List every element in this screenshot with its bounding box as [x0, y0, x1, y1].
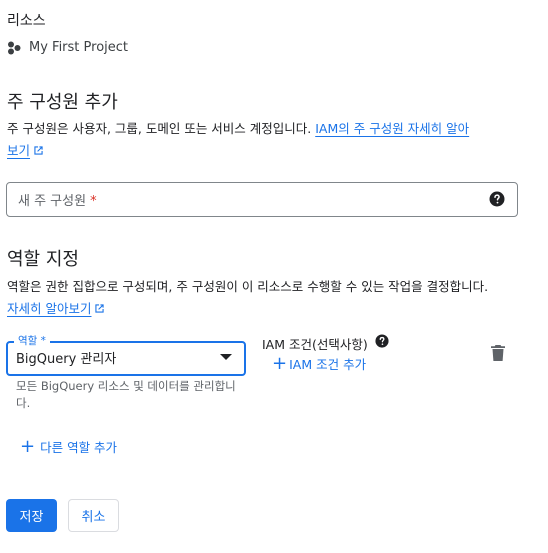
help-icon[interactable] [375, 334, 389, 348]
add-another-role-label: 다른 역할 추가 [40, 440, 118, 455]
delete-icon[interactable] [490, 344, 506, 362]
add-another-role-button[interactable]: + 다른 역할 추가 [20, 437, 117, 456]
principals-description-text: 주 구성원은 사용자, 그룹, 도메인 또는 서비스 계정입니다. [7, 121, 316, 136]
plus-icon: + [20, 435, 36, 457]
cancel-button[interactable]: 취소 [68, 499, 119, 532]
roles-description: 역할은 권한 집합으로 구성되며, 주 구성원이 이 리소스로 수행할 수 있는… [7, 276, 527, 320]
add-iam-condition-label: IAM 조건 추가 [289, 357, 367, 372]
project-hub-icon [8, 41, 21, 54]
roles-description-text: 역할은 권한 집합으로 구성되며, 주 구성원이 이 리소스로 수행할 수 있는… [7, 279, 489, 294]
assign-roles-title: 역할 지정 [7, 249, 79, 270]
dropdown-arrow-icon[interactable] [220, 354, 232, 360]
roles-learn-more-link[interactable]: 자세히 알아보기 [7, 301, 105, 316]
iam-principals-link-text-2: 보기 [7, 143, 31, 158]
iam-principals-link-text-1: IAM의 주 구성원 자세히 알아 [315, 121, 470, 136]
add-principals-title: 주 구성원 추가 [7, 92, 118, 113]
roles-learn-more-text: 자세히 알아보기 [7, 301, 92, 316]
new-principal-placeholder: 새 주 구성원 * [18, 194, 97, 209]
resource-heading: 리소스 [7, 13, 46, 29]
external-link-icon [95, 304, 105, 313]
save-button[interactable]: 저장 [6, 499, 57, 532]
iam-condition-label: IAM 조건(선택사항) [262, 337, 368, 352]
external-link-icon [34, 146, 43, 155]
help-icon[interactable] [489, 191, 505, 207]
principals-description: 주 구성원은 사용자, 그룹, 도메인 또는 서비스 계정입니다. IAM의 주… [7, 118, 519, 162]
new-principal-field[interactable]: 새 주 구성원 * [6, 182, 518, 217]
project-name: My First Project [29, 40, 129, 55]
plus-icon: + [272, 352, 288, 374]
project-selector: My First Project [7, 40, 128, 55]
selected-role: BigQuery 관리자 [16, 352, 117, 367]
add-iam-condition-button[interactable]: + IAM 조건 추가 [272, 354, 366, 373]
required-mark: * [90, 194, 97, 209]
role-select-label: 역할 * [14, 333, 50, 348]
role-description-hint: 모든 BigQuery 리소스 및 데이터를 관리합니다. [16, 379, 236, 410]
